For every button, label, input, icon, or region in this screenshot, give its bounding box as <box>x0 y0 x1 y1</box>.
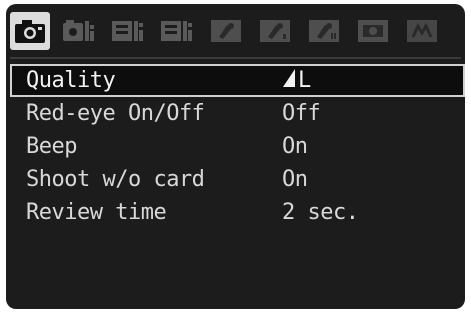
menu-item-value: 2 sec. <box>282 200 359 225</box>
my-menu-icon <box>405 17 439 45</box>
menu-item-label: Review time <box>26 200 167 225</box>
menu-item-red-eye[interactable]: Red-eye On/Off Off <box>10 97 465 130</box>
menu-item-label: Shoot w/o card <box>26 167 205 192</box>
settings-menu: Quality L Red-eye On/Off Off Beep On Sho… <box>10 64 465 229</box>
custom-function-icon <box>356 17 390 45</box>
camera-playback-icon <box>62 17 96 45</box>
menu-item-quality[interactable]: Quality L <box>10 64 465 97</box>
camera-icon <box>13 17 47 45</box>
quality-fine-icon <box>282 68 296 94</box>
tab-setup-3[interactable] <box>304 12 344 50</box>
menu-item-review-time[interactable]: Review time 2 sec. <box>10 196 465 229</box>
menu-item-label: Quality <box>26 68 116 93</box>
menu-item-value: Off <box>282 101 321 126</box>
tab-setup-1[interactable] <box>206 12 246 50</box>
menu-item-beep[interactable]: Beep On <box>10 130 465 163</box>
menu-item-shoot-without-card[interactable]: Shoot w/o card On <box>10 163 465 196</box>
tab-playback-2[interactable] <box>157 12 197 50</box>
tab-shooting-2[interactable] <box>59 12 99 50</box>
menu-item-value: L <box>282 68 311 94</box>
setup-icon-1 <box>209 17 243 45</box>
tab-setup-2[interactable] <box>255 12 295 50</box>
playback-icon-1 <box>111 17 145 45</box>
setup-icon-3 <box>307 17 341 45</box>
playback-icon-2 <box>160 17 194 45</box>
quality-size-text: L <box>298 68 311 93</box>
menu-item-value: On <box>282 134 308 159</box>
tab-my-menu[interactable] <box>402 12 442 50</box>
tab-playback-1[interactable] <box>108 12 148 50</box>
menu-item-label: Red-eye On/Off <box>26 101 205 126</box>
menu-tab-bar <box>10 10 461 52</box>
tab-divider <box>10 57 461 59</box>
tab-custom-functions[interactable] <box>353 12 393 50</box>
tab-shooting-camera[interactable] <box>10 12 50 50</box>
setup-icon-2 <box>258 17 292 45</box>
camera-lcd-screen: Quality L Red-eye On/Off Off Beep On Sho… <box>6 4 465 309</box>
menu-item-value: On <box>282 167 308 192</box>
menu-item-label: Beep <box>26 134 77 159</box>
